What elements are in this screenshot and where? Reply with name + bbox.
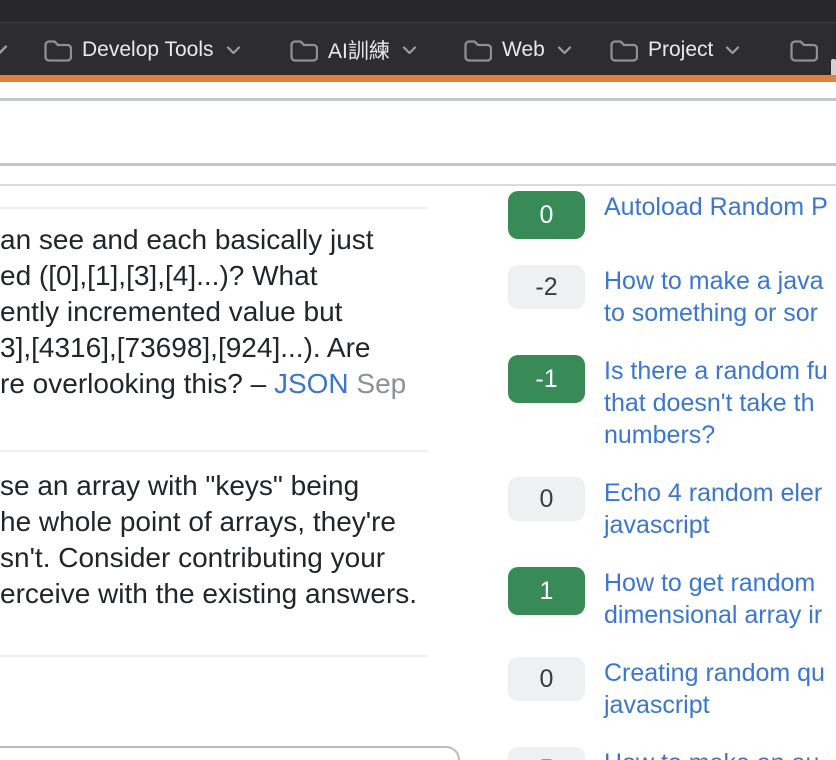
question-link[interactable]: Is there a random fu that doesn't take t…: [604, 355, 828, 451]
comment-separator: [0, 450, 428, 452]
related-question-item: 0 Echo 4 random eler javascript: [508, 477, 836, 541]
bookmark-folder-label: Web: [502, 38, 545, 62]
comment-text-line: an see and each basically just: [0, 222, 470, 258]
window-titlebar: [0, 0, 836, 22]
vote-count-badge: -2: [508, 265, 585, 309]
bookmark-folder-label: Project: [648, 38, 713, 62]
related-question-item: -1 Is there a random fu that doesn't tak…: [508, 355, 836, 451]
comment-text-line: he whole point of arrays, they're: [0, 504, 470, 540]
bookmark-folder-ai-training[interactable]: AI訓練: [288, 23, 417, 76]
bookmark-folder-develop-tools[interactable]: Develop Tools: [42, 23, 241, 76]
comment-separator: [0, 655, 428, 657]
vote-count-badge: -1: [508, 355, 585, 403]
vote-count-badge: 0: [508, 477, 585, 521]
vote-count-badge: 5: [508, 747, 585, 760]
section-divider: [0, 163, 836, 166]
comment-text-line: sn't. Consider contributing your: [0, 540, 470, 576]
header-divider: [0, 98, 836, 101]
orange-accent-line: [0, 75, 836, 82]
related-question-item: 0 Autoload Random P: [508, 191, 836, 239]
comment: an see and each basically just ed ([0],[…: [0, 222, 470, 402]
bookmark-folder-clipped[interactable]: [788, 23, 818, 76]
question-link[interactable]: Autoload Random P: [604, 191, 828, 223]
related-question-item: -2 How to make a java to something or so…: [508, 265, 836, 329]
folder-icon: [288, 37, 318, 63]
chevron-down-icon: [0, 23, 8, 76]
bookmark-folder-label: AI訓練: [328, 35, 390, 65]
comment-author-link[interactable]: JSON: [274, 368, 349, 399]
chevron-down-icon: [725, 45, 740, 55]
question-link[interactable]: Echo 4 random eler javascript: [604, 477, 822, 541]
folder-icon: [462, 37, 492, 63]
comment-text-line: ently incremented value but: [0, 294, 470, 330]
browser-window: Develop Tools AI訓練 Web: [0, 0, 836, 760]
folder-icon: [788, 37, 818, 63]
comment-date: Sep: [356, 368, 406, 399]
comment-text-line: ed ([0],[1],[3],[4]...)? What: [0, 258, 470, 294]
comment-text-line: erceive with the existing answers.: [0, 576, 470, 612]
folder-icon: [608, 37, 638, 63]
vote-count-badge: 0: [508, 657, 585, 701]
question-link[interactable]: How to get random dimensional array ir: [604, 567, 822, 631]
related-questions-list: 0 Autoload Random P -2 How to make a jav…: [508, 191, 836, 760]
related-question-item: 0 Creating random qu javascript: [508, 657, 836, 721]
vote-count-badge: 0: [508, 191, 585, 239]
add-comment-input[interactable]: [0, 746, 460, 760]
comment: se an array with "keys" being he whole p…: [0, 468, 470, 612]
content-divider: [0, 184, 836, 186]
chevron-down-icon: [557, 45, 572, 55]
bookmark-folder-project[interactable]: Project: [608, 23, 740, 76]
question-link[interactable]: How to make an au: [604, 747, 819, 760]
related-question-item: 5 How to make an au: [508, 747, 836, 760]
comment-text-line: 3],[4316],[73698],[924]...). Are: [0, 330, 470, 366]
chevron-down-icon: [402, 45, 417, 55]
bookmarks-bar: Develop Tools AI訓練 Web: [0, 22, 836, 75]
question-link[interactable]: Creating random qu javascript: [604, 657, 825, 721]
vote-count-badge: 1: [508, 567, 585, 615]
comment-text: re overlooking this? –: [0, 368, 274, 399]
folder-icon: [42, 37, 72, 63]
bookmark-folder-web[interactable]: Web: [462, 23, 572, 76]
related-question-item: 1 How to get random dimensional array ir: [508, 567, 836, 631]
bookmark-folder-label: Develop Tools: [82, 38, 214, 62]
chevron-down-icon: [226, 45, 241, 55]
comment-separator: [0, 207, 428, 209]
comment-text-line: se an array with "keys" being: [0, 468, 470, 504]
question-link[interactable]: How to make a java to something or sor: [604, 265, 824, 329]
comment-text-line: re overlooking this? – JSON Sep: [0, 366, 470, 402]
